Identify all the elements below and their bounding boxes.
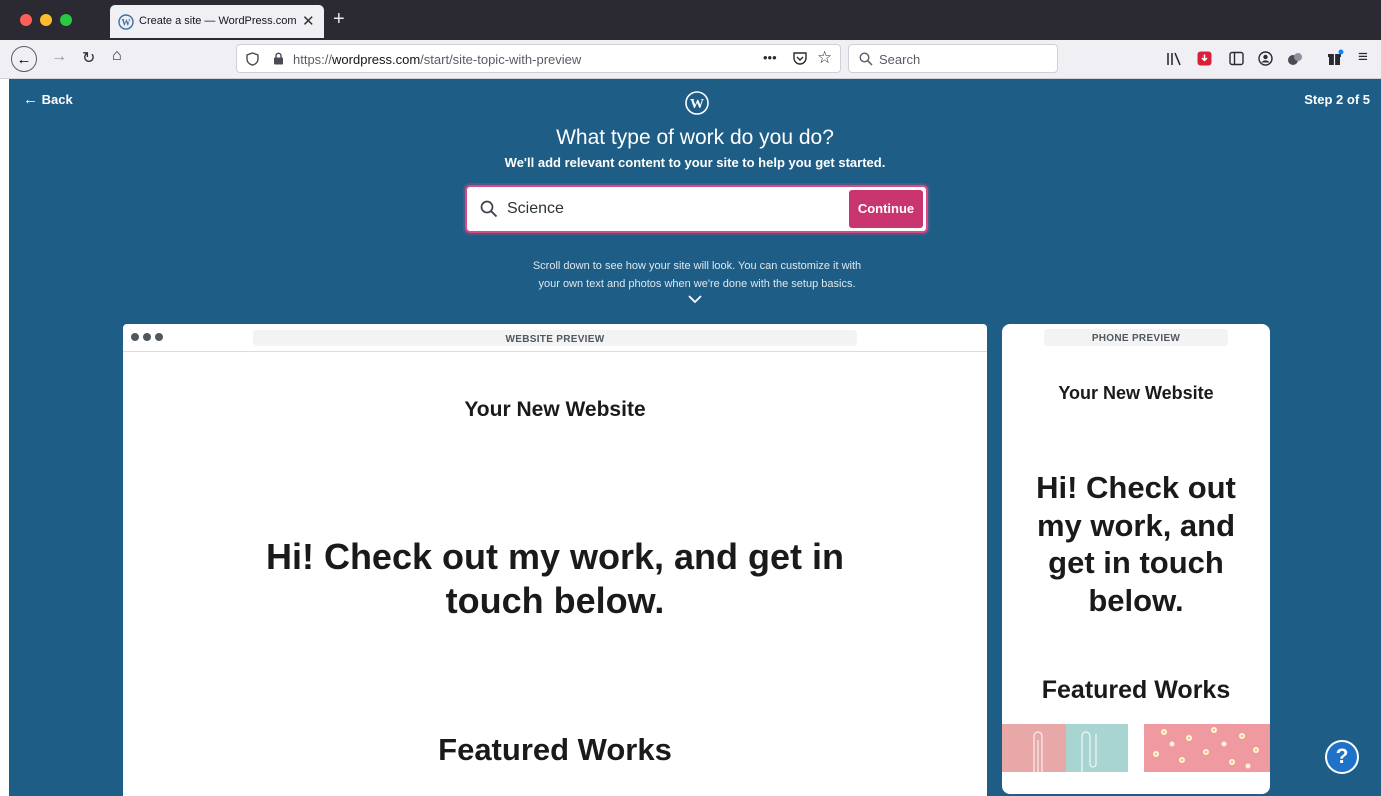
svg-text:W: W <box>690 97 704 112</box>
phone-preview: PHONE PREVIEW Your New Website Hi! Check… <box>1002 324 1270 794</box>
hero-headline: Hi! Check out my work, and get in touch … <box>1036 470 1236 618</box>
signup-page: ← Back W Step 2 of 5 What type of work d… <box>9 79 1381 796</box>
browser-back-button[interactable]: ← <box>11 46 37 72</box>
svg-text:W: W <box>122 18 131 28</box>
home-icon[interactable]: ⌂ <box>112 47 122 65</box>
reload-icon[interactable]: ↻ <box>82 48 95 68</box>
wordpress-logo-icon: W <box>685 91 709 115</box>
browser-search-bar[interactable]: Search <box>848 44 1058 73</box>
paperclip-icon <box>1033 731 1097 772</box>
tracking-shield-icon[interactable] <box>246 52 259 66</box>
tab-title: Create a site — WordPress.com <box>139 15 297 27</box>
close-window-button[interactable] <box>20 14 32 26</box>
account-icon[interactable] <box>1258 51 1273 66</box>
featured-image-clips <box>1002 724 1128 772</box>
whats-new-gift-icon[interactable] <box>1327 49 1344 66</box>
preview-hint: Scroll down to see how your site will lo… <box>469 257 925 293</box>
sidebar-icon[interactable] <box>1229 51 1244 66</box>
help-button[interactable]: ? <box>1325 740 1359 774</box>
page-title: What type of work do you do? <box>556 126 834 149</box>
zoom-window-button[interactable] <box>60 14 72 26</box>
new-tab-button[interactable]: + <box>333 8 345 31</box>
browser-forward-icon[interactable]: → <box>51 48 67 66</box>
chevron-down-icon[interactable] <box>687 293 703 305</box>
search-icon <box>480 200 498 218</box>
site-title: Your New Website <box>464 398 646 421</box>
bookmark-star-icon[interactable]: ☆ <box>817 48 832 68</box>
browser-nav-bar: ← → ↻ ⌂ https://wordpress.com/start/site… <box>0 40 1381 79</box>
featured-image-flowers <box>1144 724 1270 772</box>
url-text[interactable]: https://wordpress.com/start/site-topic-w… <box>293 52 581 67</box>
tab-close-icon[interactable]: ✕ <box>302 12 315 30</box>
featured-heading: Featured Works <box>438 732 672 767</box>
search-icon <box>859 52 873 66</box>
hamburger-menu-icon[interactable]: ≡ <box>1358 47 1368 67</box>
page-actions-icon[interactable]: ••• <box>763 50 777 65</box>
library-icon[interactable] <box>1166 52 1182 66</box>
step-indicator: Step 2 of 5 <box>1304 92 1370 107</box>
flower-pattern-icon <box>1153 727 1259 769</box>
wordpress-favicon-icon: W <box>118 14 134 30</box>
preview-hint-line: Scroll down to see how your site will lo… <box>532 260 862 272</box>
back-label: Back <box>41 92 73 107</box>
browser-tab-strip: W Create a site — WordPress.com ✕ + <box>0 0 1381 40</box>
continue-button[interactable]: Continue <box>849 190 923 228</box>
website-preview-label: WEBSITE PREVIEW <box>505 334 605 345</box>
featured-heading: Featured Works <box>1041 676 1231 704</box>
extension-gray-icon[interactable] <box>1287 52 1303 66</box>
website-preview: WEBSITE PREVIEW Your New Website Hi! Che… <box>123 324 987 796</box>
hero-headline: Hi! Check out my work, and get in touch … <box>265 536 845 621</box>
url-bar[interactable]: https://wordpress.com/start/site-topic-w… <box>236 44 841 73</box>
extension-red-icon[interactable] <box>1197 51 1212 66</box>
lock-icon[interactable] <box>273 52 284 65</box>
arrow-left-icon: ← <box>23 91 38 108</box>
search-placeholder: Search <box>879 52 921 67</box>
website-preview-toolbar: WEBSITE PREVIEW <box>123 324 987 352</box>
preview-hint-line: your own text and photos when we're done… <box>538 278 856 290</box>
phone-preview-label: PHONE PREVIEW <box>1091 333 1181 344</box>
browser-tab[interactable]: W Create a site — WordPress.com ✕ <box>110 5 324 38</box>
site-topic-input[interactable]: Science <box>507 200 564 218</box>
page-subtitle: We'll add relevant content to your site … <box>504 155 886 170</box>
back-link[interactable]: ← Back <box>23 91 73 108</box>
pocket-icon[interactable] <box>792 51 808 66</box>
site-topic-search[interactable]: Science Continue <box>465 185 928 233</box>
site-title: Your New Website <box>1058 383 1214 403</box>
minimize-window-button[interactable] <box>40 14 52 26</box>
